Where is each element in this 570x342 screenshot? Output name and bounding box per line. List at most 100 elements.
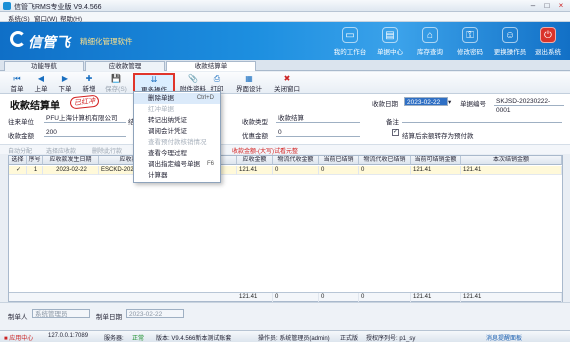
table-row[interactable]: ✓ 1 2023-02-22 ESCKD-202302 121.41 0 0 0… — [9, 166, 562, 175]
paperclip-icon: 📎 — [188, 74, 198, 83]
tab-receipt-settlement[interactable]: 收款结算单 — [166, 61, 256, 71]
col-header[interactable]: 当前可结销金额 — [411, 156, 461, 165]
minimize-button[interactable]: – — [526, 1, 540, 11]
amount-field[interactable]: 200 — [44, 128, 126, 137]
col-header[interactable]: 物流代收金额 — [273, 156, 319, 165]
calendar-icon[interactable]: ▾ — [448, 98, 451, 106]
receipt-type-field[interactable]: 收款结算 — [276, 114, 360, 123]
prev-icon: ◀ — [37, 74, 45, 83]
close-window-button[interactable]: × — [554, 1, 568, 11]
remark-label: 备注 — [386, 119, 399, 126]
make-date-field: 2023-02-22 — [126, 309, 184, 318]
menu-item-prepayment-writeoff[interactable]: 查看预付款核销情况 — [134, 137, 220, 148]
license-info: 授权序列号: p1_sy — [366, 336, 416, 342]
total-cell: 0 — [273, 293, 319, 302]
cell: 1 — [27, 166, 43, 175]
customer-label: 往来单位 — [8, 119, 34, 126]
receipt-date-label: 收款日期 — [372, 101, 398, 108]
switch-operator-button[interactable]: ☺ 更换操作员 — [490, 25, 530, 59]
total-cell: 121.41 — [237, 293, 273, 302]
col-header[interactable]: 应收金额 — [237, 156, 273, 165]
menu-bar: 系统(S) 窗口(W) 帮助(H) — [0, 12, 570, 23]
cell: 0 — [273, 166, 319, 175]
document-center-button[interactable]: ▤ 单据中心 — [370, 25, 410, 59]
menu-item-view-accounting-voucher[interactable]: 调阅会计凭证 — [134, 126, 220, 137]
change-password-button[interactable]: ⚿ 修改密码 — [450, 25, 490, 59]
desktop-icon: ▭ — [342, 27, 358, 43]
maker-label: 制单人 — [8, 314, 28, 321]
printer-icon: ⎙ — [213, 74, 221, 83]
more-operations-button[interactable]: ⇊更多操作 — [133, 73, 175, 94]
menu-item-calculator[interactable]: 计算器 — [134, 170, 220, 181]
tab-receivables[interactable]: 应收款管理 — [85, 61, 165, 71]
col-header[interactable]: 选择 — [9, 156, 27, 165]
server-status-label: 服务器: — [104, 336, 124, 342]
prepayment-checkbox[interactable]: ✓ — [392, 129, 399, 136]
status-bar: ■ 应用中心 127.0.0.1:7089 服务器: 正常 版本: V9.4.5… — [0, 330, 570, 342]
title-bar: 信管飞RMS专业版 V9.4.566 – □ × — [0, 0, 570, 12]
header-banner: 信管飞 精细化管理软件 ▭ 我的工作台 ▤ 单据中心 ⌂ 库存查询 ⚿ 修改密码 ☺ 更换… — [0, 22, 570, 60]
exit-system-button[interactable]: ⏻ 退出系统 — [528, 25, 568, 59]
next-icon: ▶ — [61, 74, 69, 83]
maker-field: 系统管理员 — [32, 309, 90, 318]
amount-label: 收款金额 — [8, 133, 34, 140]
cell: 121.41 — [237, 166, 273, 175]
brand-slogan: 精细化管理软件 — [80, 37, 133, 46]
inventory-query-button[interactable]: ⌂ 库存查询 — [410, 25, 450, 59]
maximize-button[interactable]: □ — [540, 1, 554, 11]
brand-logo-icon — [10, 31, 26, 47]
app-center-icon: ■ — [4, 336, 8, 342]
close-tab-button[interactable]: ✖ 关闭窗口 — [270, 74, 304, 93]
receipt-type-label: 收款类型 — [242, 119, 268, 126]
remark-field[interactable] — [402, 114, 562, 123]
customer-field[interactable]: PFU上海计算机有限公司 — [44, 114, 126, 123]
menu-item-red-reverse[interactable]: 红冲单据 — [134, 104, 220, 115]
first-icon: ⏮ — [13, 74, 21, 83]
cell[interactable]: 121.41 — [461, 166, 562, 175]
reversed-stamp: 已红冲 — [69, 94, 100, 110]
save-button[interactable]: 💾 保存(S) — [102, 74, 130, 93]
discount-label: 优惠金额 — [242, 133, 268, 140]
prev-record-button[interactable]: ◀ 上单 — [30, 74, 52, 93]
menu-item-cashier-voucher[interactable]: 转记出纳凭证 — [134, 115, 220, 126]
document-header-form: 收款结算单 已红冲 收款日期 2023-02-22 ▾ 单据编号 SKJSD-2… — [0, 94, 570, 144]
version-info: 版本: V9.4.566新本测试账套 — [156, 336, 232, 342]
delete-row-button[interactable]: 删除此行款 — [92, 146, 122, 155]
first-record-button[interactable]: ⏮ 首单 — [6, 74, 28, 93]
select-receivable-button[interactable]: 选择应收款 — [46, 146, 76, 155]
new-doc-icon: ✚ — [85, 74, 93, 83]
col-header[interactable]: 当前已结销 — [319, 156, 359, 165]
new-button[interactable]: ✚ 新增 — [78, 74, 100, 93]
workbench-button[interactable]: ▭ 我的工作台 — [330, 25, 370, 59]
menu-item-view-process[interactable]: 查看今理过程 — [134, 148, 220, 159]
row-select-checkbox[interactable]: ✓ — [9, 166, 27, 175]
save-icon: 💾 — [111, 74, 121, 83]
documents-icon: ▤ — [382, 27, 398, 43]
tab-bar: 功能导航 应收款管理 收款结算单 — [0, 60, 570, 71]
ui-design-button[interactable]: ▦ 界面设计 — [232, 74, 266, 93]
col-header[interactable]: 应收款发生日期 — [43, 156, 99, 165]
detail-toolbar: 自动分配 选择应收款 删除此行款 收款金额-(大写)试看元整 — [0, 144, 570, 155]
total-cell: 0 — [359, 293, 411, 302]
app-center-button[interactable]: ■ 应用中心 — [4, 333, 33, 342]
operator-info: 操作员: 系统管理员(admin) — [258, 336, 330, 342]
make-date-label: 制单日期 — [96, 314, 122, 321]
server-status: 正常 — [132, 336, 145, 342]
col-header[interactable]: 物流代收已结销 — [359, 156, 411, 165]
col-header[interactable]: 本次结销金额 — [461, 156, 562, 165]
receipt-date-input[interactable]: 2023-02-22 — [404, 97, 448, 106]
auto-allocate-button[interactable]: 自动分配 — [8, 146, 32, 155]
discount-field[interactable]: 0 — [276, 128, 360, 137]
col-header[interactable]: 序号 — [27, 156, 43, 165]
menu-item-delete-doc[interactable]: 删除单据 Ctrl+D — [134, 93, 220, 104]
menu-item-open-by-number[interactable]: 调出指定编号单据 F6 — [134, 159, 220, 170]
message-panel-link[interactable]: 消息提醒面板 — [486, 333, 522, 342]
toolbar: ⏮首单 ◀上单 ▶下单 ✚新增 💾保存(S) ⇊更多操作 📎附件资料 ⎙打印 ▦… — [0, 72, 570, 94]
next-record-button[interactable]: ▶ 下单 — [54, 74, 76, 93]
edition-info: 正式版 — [340, 336, 359, 342]
user-switch-icon: ☺ — [502, 27, 518, 43]
amount-in-words: 收款金额-(大写)试看元整 — [232, 149, 298, 155]
cell: 2023-02-22 — [43, 166, 99, 175]
tab-function-nav[interactable]: 功能导航 — [4, 61, 84, 71]
app-logo-icon — [3, 2, 11, 10]
